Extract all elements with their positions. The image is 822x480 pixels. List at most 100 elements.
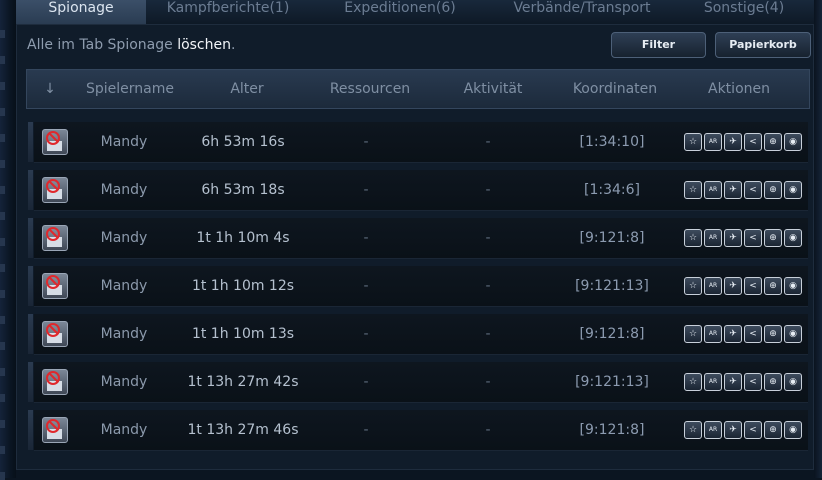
espionage-icon[interactable]: ✈ <box>724 181 742 199</box>
espionage-icon[interactable]: ✈ <box>724 325 742 343</box>
attack-icon[interactable]: AR <box>704 325 722 343</box>
favorite-icon[interactable]: ☆ <box>684 181 702 199</box>
espionage-report-icon[interactable] <box>42 129 68 155</box>
espionage-icon[interactable]: ✈ <box>724 421 742 439</box>
espionage-report-icon[interactable] <box>42 417 68 443</box>
share-icon[interactable]: < <box>744 277 762 295</box>
tab-kampfberichte[interactable]: Kampfberichte(1) <box>146 0 310 24</box>
espionage-report-icon[interactable] <box>42 369 68 395</box>
frame-notch <box>0 160 5 168</box>
view-icon[interactable]: ◉ <box>784 373 802 391</box>
player-name[interactable]: Mandy <box>68 326 180 342</box>
share-icon[interactable]: < <box>744 325 762 343</box>
attack-icon[interactable]: AR <box>704 229 722 247</box>
view-icon[interactable]: ◉ <box>784 277 802 295</box>
tab-spionage[interactable]: Spionage <box>16 0 146 24</box>
table-row[interactable]: Mandy 1t 1h 10m 13s - - [9:121:8] ☆ AR ✈ < ⊕ ◉ <box>28 314 808 355</box>
table-row[interactable]: Mandy 1t 13h 27m 46s - - [9:121:8] ☆ AR ✈ < ⊕ ◉ <box>28 410 808 451</box>
espionage-icon[interactable]: ✈ <box>724 277 742 295</box>
row-actions: ☆ AR ✈ < ⊕ ◉ <box>684 277 802 295</box>
attack-icon[interactable]: AR <box>704 421 722 439</box>
column-player[interactable]: Spielername <box>73 81 187 97</box>
column-activity[interactable]: Aktivität <box>433 81 553 97</box>
share-icon[interactable]: < <box>744 373 762 391</box>
frame-notch <box>0 472 5 480</box>
frame-notch <box>0 134 5 142</box>
attack-icon[interactable]: AR <box>704 373 722 391</box>
target-icon[interactable]: ⊕ <box>764 325 782 343</box>
sort-arrow-icon[interactable]: ↓ <box>27 81 73 97</box>
activity-value: - <box>485 374 491 390</box>
coordinates-link[interactable]: [1:34:6] <box>550 182 674 198</box>
row-actions: ☆ AR ✈ < ⊕ ◉ <box>684 181 802 199</box>
share-icon[interactable]: < <box>744 229 762 247</box>
espionage-report-icon[interactable] <box>42 321 68 347</box>
coordinates-link[interactable]: [1:34:10] <box>550 134 674 150</box>
coordinates-link[interactable]: [9:121:8] <box>550 422 674 438</box>
player-name[interactable]: Mandy <box>68 182 180 198</box>
view-icon[interactable]: ◉ <box>784 133 802 151</box>
table-row[interactable]: Mandy 6h 53m 16s - - [1:34:10] ☆ AR ✈ < ⊕ ◉ <box>28 122 808 163</box>
favorite-icon[interactable]: ☆ <box>684 133 702 151</box>
espionage-report-icon[interactable] <box>42 225 68 251</box>
trash-button[interactable]: Papierkorb <box>715 32 811 58</box>
frame-notch <box>0 368 5 376</box>
delete-all-link[interactable]: löschen <box>177 37 231 53</box>
target-icon[interactable]: ⊕ <box>764 373 782 391</box>
view-icon[interactable]: ◉ <box>784 421 802 439</box>
espionage-report-icon[interactable] <box>42 273 68 299</box>
tab-expeditionen[interactable]: Expeditionen(6) <box>310 0 490 24</box>
tab-verbaende-transport[interactable]: Verbände/Transport <box>490 0 674 24</box>
player-name[interactable]: Mandy <box>68 134 180 150</box>
view-icon[interactable]: ◉ <box>784 325 802 343</box>
target-icon[interactable]: ⊕ <box>764 421 782 439</box>
share-icon[interactable]: < <box>744 181 762 199</box>
target-icon[interactable]: ⊕ <box>764 277 782 295</box>
attack-icon[interactable]: AR <box>704 181 722 199</box>
player-name[interactable]: Mandy <box>68 230 180 246</box>
filter-button[interactable]: Filter <box>611 32 706 58</box>
coordinates-link[interactable]: [9:121:8] <box>550 326 674 342</box>
favorite-icon[interactable]: ☆ <box>684 229 702 247</box>
coordinates-link[interactable]: [9:121:8] <box>550 230 674 246</box>
coordinates-link[interactable]: [9:121:13] <box>550 278 674 294</box>
share-icon[interactable]: < <box>744 421 762 439</box>
table-row[interactable]: Mandy 1t 13h 27m 42s - - [9:121:13] ☆ AR ✈ < ⊕ ◉ <box>28 362 808 403</box>
espionage-report-icon[interactable] <box>42 177 68 203</box>
coordinates-link[interactable]: [9:121:13] <box>550 374 674 390</box>
view-icon[interactable]: ◉ <box>784 229 802 247</box>
target-icon[interactable]: ⊕ <box>764 229 782 247</box>
favorite-icon[interactable]: ☆ <box>684 421 702 439</box>
ban-icon <box>46 179 60 193</box>
delete-all-suffix: . <box>231 37 236 53</box>
espionage-icon[interactable]: ✈ <box>724 133 742 151</box>
frame-notch <box>0 108 5 116</box>
column-age[interactable]: Alter <box>187 81 307 97</box>
espionage-icon[interactable]: ✈ <box>724 373 742 391</box>
ban-icon <box>46 419 60 433</box>
resources-value: - <box>363 326 369 342</box>
frame-notch <box>0 446 5 454</box>
column-coordinates[interactable]: Koordinaten <box>553 81 677 97</box>
table-row[interactable]: Mandy 1t 1h 10m 4s - - [9:121:8] ☆ AR ✈ < ⊕ ◉ <box>28 218 808 259</box>
player-name[interactable]: Mandy <box>68 278 180 294</box>
player-name[interactable]: Mandy <box>68 422 180 438</box>
favorite-icon[interactable]: ☆ <box>684 277 702 295</box>
ban-icon <box>46 371 60 385</box>
target-icon[interactable]: ⊕ <box>764 181 782 199</box>
table-row[interactable]: Mandy 6h 53m 18s - - [1:34:6] ☆ AR ✈ < ⊕ ◉ <box>28 170 808 211</box>
column-resources[interactable]: Ressourcen <box>307 81 433 97</box>
table-row[interactable]: Mandy 1t 1h 10m 12s - - [9:121:13] ☆ AR ✈ < ⊕ ◉ <box>28 266 808 307</box>
player-name[interactable]: Mandy <box>68 374 180 390</box>
target-icon[interactable]: ⊕ <box>764 133 782 151</box>
favorite-icon[interactable]: ☆ <box>684 373 702 391</box>
frame-notch <box>0 82 5 90</box>
view-icon[interactable]: ◉ <box>784 181 802 199</box>
espionage-icon[interactable]: ✈ <box>724 229 742 247</box>
share-icon[interactable]: < <box>744 133 762 151</box>
resources-value: - <box>363 374 369 390</box>
attack-icon[interactable]: AR <box>704 277 722 295</box>
favorite-icon[interactable]: ☆ <box>684 325 702 343</box>
attack-icon[interactable]: AR <box>704 133 722 151</box>
tab-sonstige[interactable]: Sonstige(4) <box>674 0 814 24</box>
